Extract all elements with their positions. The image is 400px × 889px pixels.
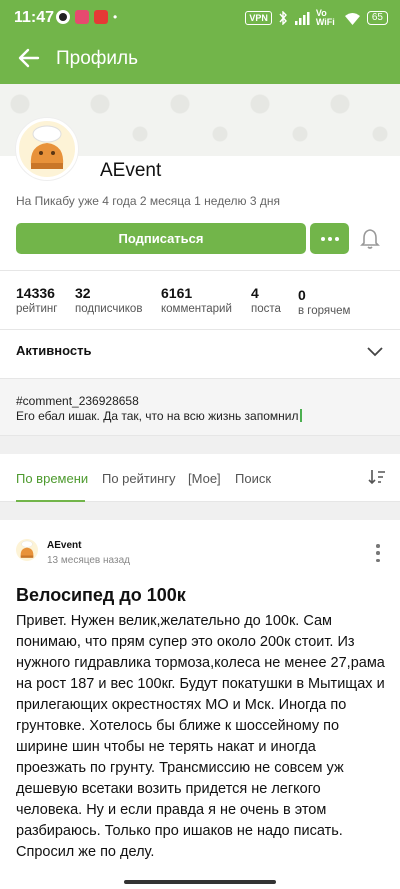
profile-stats: 14336 рейтинг 32 подписчиков 6161 коммен… xyxy=(0,285,400,325)
signal-icon xyxy=(294,11,310,25)
page-title: Профиль xyxy=(56,48,139,69)
divider xyxy=(0,329,400,330)
home-indicator[interactable] xyxy=(124,880,276,884)
status-right: VPN Vo WiFi 65 xyxy=(245,9,388,27)
stat-rating: 14336 рейтинг xyxy=(16,285,58,315)
avatar-image xyxy=(20,540,34,558)
youtube-icon xyxy=(94,10,108,24)
wifi-icon xyxy=(344,12,360,25)
bell-icon[interactable] xyxy=(360,228,380,250)
stat-comments[interactable]: 6161 комментарий xyxy=(161,285,232,315)
profile-note[interactable]: #comment_236928658 Его ебал ишак. Да так… xyxy=(0,378,400,436)
sort-tabs: По времени По рейтингу [Мое] Поиск xyxy=(0,454,400,502)
network-label: Vo WiFi xyxy=(315,8,335,27)
tab-by-time[interactable]: По времени xyxy=(16,471,88,486)
more-notifications-icon: • xyxy=(113,10,118,24)
post-author-avatar[interactable] xyxy=(16,539,38,561)
post-time: 13 месяцев назад xyxy=(47,555,130,566)
section-gap xyxy=(0,436,400,454)
subscribe-button[interactable]: Подписаться xyxy=(16,223,306,254)
divider xyxy=(0,270,400,271)
note-line-1: #comment_236928658 xyxy=(16,394,139,408)
note-line-2: Его ебал ишак. Да так, что на всю жизнь … xyxy=(16,409,302,423)
stat-hot[interactable]: 0 в горячем xyxy=(298,287,350,317)
section-gap xyxy=(0,502,400,520)
post-body: Привет. Нужен велик,желательно до 100к. … xyxy=(16,613,385,860)
post-title[interactable]: Велосипед до 100к xyxy=(16,585,186,606)
avatar[interactable] xyxy=(16,118,78,180)
app-bar: Профиль xyxy=(0,34,400,84)
app-notification-icon xyxy=(56,10,70,24)
activity-label[interactable]: Активность xyxy=(16,343,91,358)
more-options-button[interactable] xyxy=(310,223,349,254)
avatar-image xyxy=(30,125,64,169)
battery-icon: 65 xyxy=(366,11,388,25)
tab-search[interactable]: Поиск xyxy=(235,471,271,486)
tab-mine[interactable]: [Мое] xyxy=(188,471,221,486)
back-arrow-icon[interactable] xyxy=(16,45,42,71)
chevron-down-icon[interactable] xyxy=(366,346,384,358)
status-bar: 11:47 • VPN Vo WiFi 65 xyxy=(0,0,400,34)
post-menu-icon[interactable] xyxy=(375,544,381,562)
post-author[interactable]: AEvent xyxy=(47,540,81,551)
profile-username: AEvent xyxy=(100,160,162,181)
profile-since: На Пикабу уже 4 года 2 месяца 1 неделю 3… xyxy=(16,194,280,208)
stat-subscribers[interactable]: 32 подписчиков xyxy=(75,285,142,315)
tab-by-rating[interactable]: По рейтингу xyxy=(102,471,176,486)
notification-icons: • xyxy=(56,10,117,24)
sort-icon[interactable] xyxy=(368,468,386,486)
vpn-icon: VPN xyxy=(245,11,272,25)
stat-posts[interactable]: 4 поста xyxy=(251,285,281,315)
bluetooth-icon xyxy=(279,11,287,25)
status-time: 11:47 xyxy=(14,9,55,26)
app-notification-icon xyxy=(75,10,89,24)
